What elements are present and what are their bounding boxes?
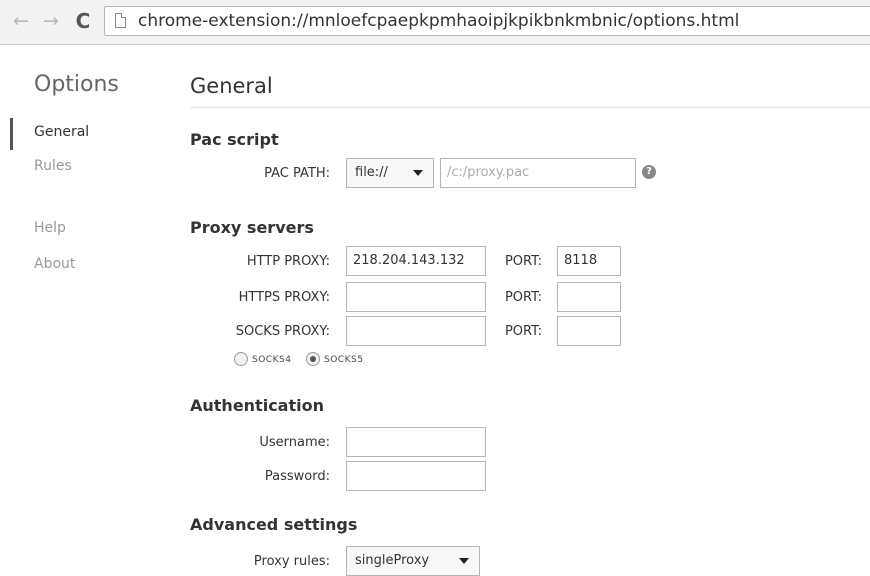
username-label: Username: [259,435,330,450]
page-icon [115,13,126,28]
https-proxy-input[interactable] [346,282,486,312]
https-port-label: PORT: [504,290,542,305]
http-port-label: PORT: [504,254,542,269]
https-proxy-label: HTTPS PROXY: [238,290,330,305]
address-bar[interactable]: chrome-extension://mnloefcpaepkpmhaoipjk… [104,6,870,36]
proxy-servers-heading: Proxy servers [190,218,314,237]
page-title: General [190,74,273,98]
pac-script-heading: Pac script [190,130,279,149]
url-text: chrome-extension://mnloefcpaepkpmhaoipjk… [138,11,740,31]
sidebar-item-about[interactable]: About [34,256,75,272]
socks-proxy-input[interactable] [346,316,486,346]
proxy-rules-label: Proxy rules: [253,554,330,569]
socks4-radio[interactable] [234,352,248,366]
password-input[interactable] [346,461,486,491]
pac-path-label: PAC PATH: [264,166,330,181]
sidebar-title: Options [34,72,119,97]
advanced-settings-heading: Advanced settings [190,515,358,534]
socks5-radio[interactable] [306,352,320,366]
pac-protocol-value: file:// [355,165,388,180]
authentication-heading: Authentication [190,396,324,415]
chevron-down-icon [413,170,423,176]
pac-path-input[interactable]: /c:/proxy.pac [440,158,636,188]
socks-port-input[interactable] [557,316,621,346]
help-icon[interactable]: ? [642,165,656,179]
password-label: Password: [264,469,330,484]
sidebar-item-rules[interactable]: Rules [34,158,72,174]
browser-toolbar: ← → C chrome-extension://mnloefcpaepkpmh… [0,0,870,45]
pac-protocol-select[interactable]: file:// [346,158,434,188]
proxy-rules-value: singleProxy [355,553,430,568]
socks-proxy-label: SOCKS PROXY: [235,324,330,339]
http-port-input[interactable]: 8118 [557,246,621,276]
proxy-rules-select[interactable]: singleProxy [346,546,480,576]
https-port-input[interactable] [557,282,621,312]
back-icon[interactable]: ← [10,8,32,34]
reload-icon[interactable]: C [72,8,94,34]
http-proxy-label: HTTP PROXY: [246,254,330,269]
sidebar-item-help[interactable]: Help [34,220,66,236]
socks5-label: SOCKS5 [324,355,364,365]
forward-icon[interactable]: → [40,8,62,34]
http-proxy-input[interactable]: 218.204.143.132 [346,246,486,276]
socks4-label: SOCKS4 [252,355,292,365]
username-input[interactable] [346,427,486,457]
active-nav-marker [10,118,13,150]
chevron-down-icon [459,558,469,564]
title-divider [190,107,870,108]
sidebar-item-general[interactable]: General [34,124,89,140]
socks-port-label: PORT: [504,324,542,339]
